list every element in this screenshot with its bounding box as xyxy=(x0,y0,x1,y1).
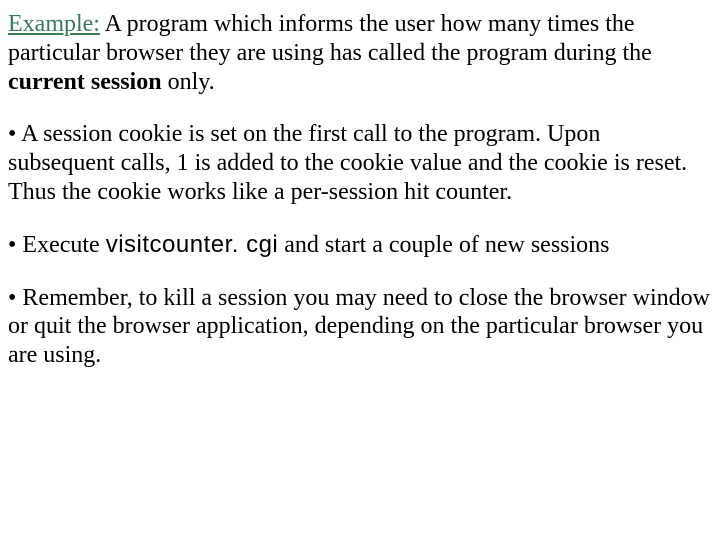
example-text-1: A program which informs the user how man… xyxy=(8,11,652,66)
example-text-2: only. xyxy=(162,69,215,95)
example-bold-phrase: current session xyxy=(8,69,162,95)
bullet-2-prefix: • Execute xyxy=(8,232,106,258)
bullet-2-code: visitcounter. cgi xyxy=(106,231,279,258)
bullet-3: • Remember, to kill a session you may ne… xyxy=(8,284,712,370)
bullet-2-suffix: and start a couple of new sessions xyxy=(278,232,609,258)
bullet-2: • Execute visitcounter. cgi and start a … xyxy=(8,231,712,260)
slide-content: Example: A program which informs the use… xyxy=(0,0,720,370)
bullet-1: • A session cookie is set on the first c… xyxy=(8,120,712,206)
example-paragraph: Example: A program which informs the use… xyxy=(8,10,712,96)
example-label: Example: xyxy=(8,11,100,37)
